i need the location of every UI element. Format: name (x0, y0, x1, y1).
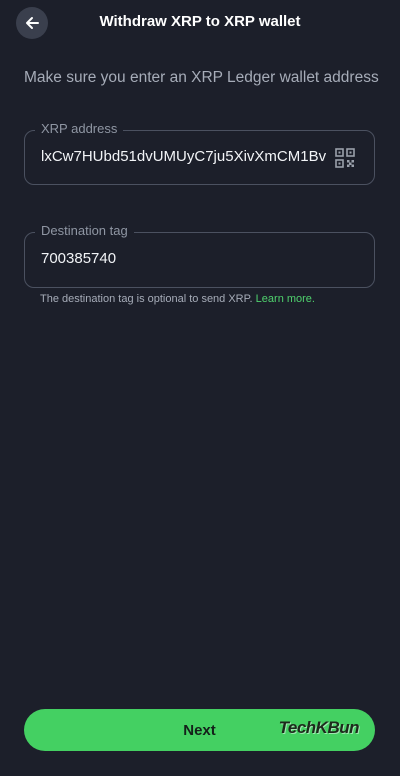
destination-tag-field[interactable]: Destination tag 700385740 (24, 223, 375, 288)
page-title: Withdraw XRP to XRP wallet (99, 13, 301, 30)
xrp-address-field[interactable]: XRP address lxCw7HUbd51dvUMUyC7ju5XivXmC… (24, 121, 375, 185)
destination-tag-value[interactable]: 700385740 (41, 250, 116, 267)
next-button[interactable]: Next TechKBun (24, 709, 375, 751)
withdraw-screen: Withdraw XRP to XRP wallet Make sure you… (0, 0, 400, 776)
helper-text: The destination tag is optional to send … (40, 293, 315, 305)
watermark-logo: TechKBun (278, 718, 360, 737)
learn-more-link[interactable]: Learn more. (256, 293, 315, 305)
qr-code-icon[interactable] (335, 148, 355, 168)
destination-tag-label: Destination tag (35, 223, 134, 238)
next-button-label: Next (183, 721, 216, 739)
xrp-address-label: XRP address (35, 121, 124, 136)
helper-message: The destination tag is optional to send … (40, 293, 253, 305)
instruction-text: Make sure you enter an XRP Ledger wallet… (24, 69, 379, 86)
xrp-address-value[interactable]: lxCw7HUbd51dvUMUyC7ju5XivXmCM1Bvr (41, 148, 327, 165)
header: Withdraw XRP to XRP wallet (0, 0, 400, 44)
